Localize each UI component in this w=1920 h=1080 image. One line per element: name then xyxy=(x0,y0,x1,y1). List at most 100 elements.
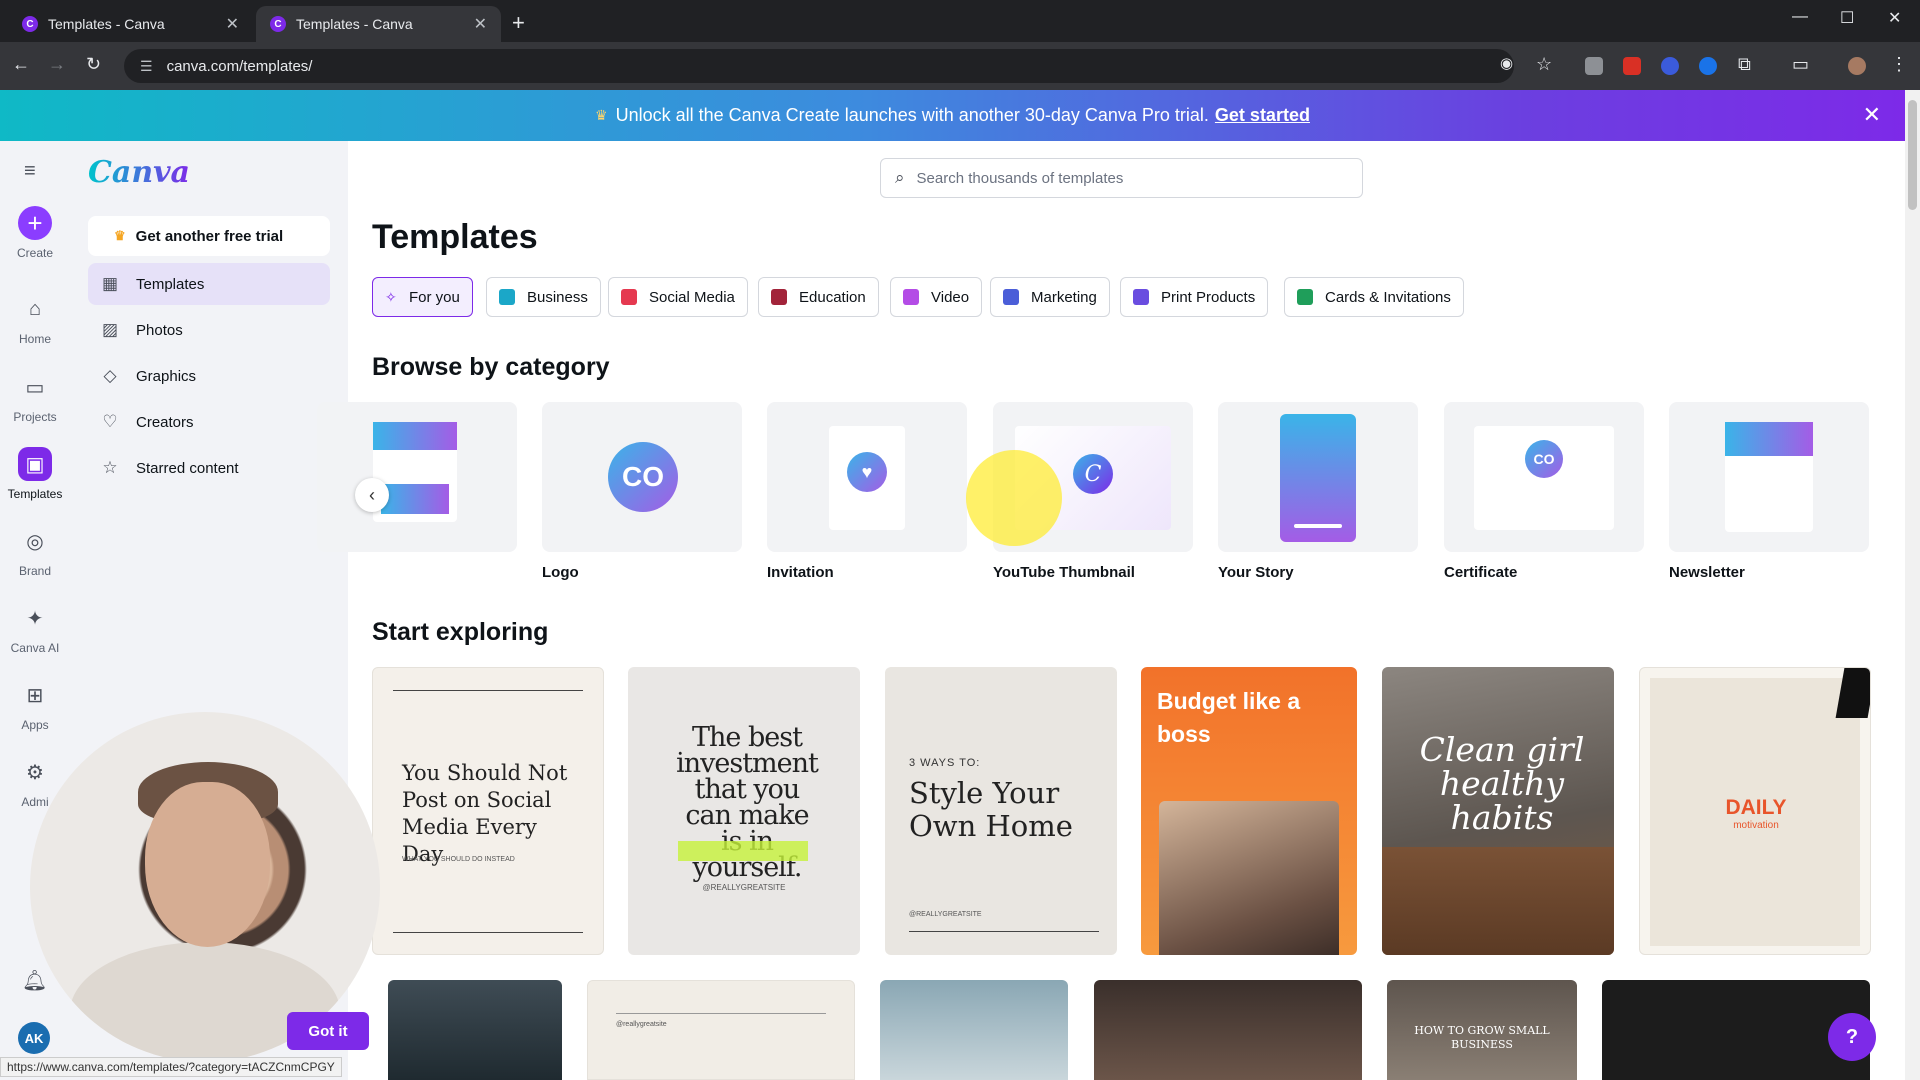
bookmark-star-icon[interactable]: ☆ xyxy=(1536,54,1552,75)
webcam-presenter-video xyxy=(30,712,380,1062)
close-window-icon[interactable]: ✕ xyxy=(1888,8,1901,28)
template-card[interactable] xyxy=(880,980,1068,1080)
template-card[interactable]: 3 WAYS TO: Style Your Own Home @REALLYGR… xyxy=(885,667,1117,955)
brand-icon: ◎ xyxy=(26,530,44,553)
free-trial-button[interactable]: ♛ Get another free trial xyxy=(88,216,330,256)
category-label: Newsletter xyxy=(1669,564,1745,581)
close-tab-icon[interactable]: ✕ xyxy=(226,14,239,34)
crown-icon: ♛ xyxy=(595,107,608,123)
template-card[interactable]: Budget like a boss xyxy=(1141,667,1357,955)
rail-label: Brand xyxy=(18,564,52,578)
browser-tab-active[interactable]: C Templates - Canva ✕ xyxy=(256,6,501,42)
templates-icon: ▦ xyxy=(101,274,119,293)
sidepanel-item-creators[interactable]: ♡ Creators xyxy=(88,401,330,443)
user-avatar[interactable]: AK xyxy=(18,1022,50,1054)
chip-video[interactable]: Video xyxy=(890,277,983,317)
get-started-link[interactable]: Get started xyxy=(1215,105,1310,126)
template-card[interactable]: @reallygreatsite xyxy=(587,980,855,1080)
site-settings-icon[interactable]: ☰ xyxy=(140,58,153,75)
browser-toolbar: ← → ↻ ☰ canva.com/templates/ ◉ ☆ ⧉ ▭ ⋮ xyxy=(0,42,1920,90)
template-search-input[interactable]: ⌕ Search thousands of templates xyxy=(880,158,1363,198)
scrollbar-thumb[interactable] xyxy=(1908,100,1917,210)
close-banner-icon[interactable]: ✕ xyxy=(1863,102,1881,128)
extension-icon[interactable] xyxy=(1661,57,1679,75)
rail-create[interactable]: + Create xyxy=(0,206,70,260)
chip-cards-invitations[interactable]: Cards & Invitations xyxy=(1284,277,1464,317)
category-thumbnail xyxy=(1669,402,1869,552)
canva-badge: C xyxy=(1073,454,1113,494)
category-your-story[interactable]: Your Story xyxy=(1218,402,1418,581)
extensions-puzzle-icon[interactable]: ⧉ xyxy=(1738,54,1751,75)
template-card[interactable]: The best investment that you can make is… xyxy=(628,667,860,955)
chip-for-you[interactable]: ✧ For you xyxy=(372,277,473,317)
notifications-bell-icon[interactable]: 🔔︎ xyxy=(22,968,47,993)
rail-templates[interactable]: ▣ Templates xyxy=(0,447,70,501)
carousel-prev-button[interactable]: ‹ xyxy=(355,478,389,512)
card-subtext: @REALLYGREATSITE xyxy=(909,911,982,918)
sidepanel-item-photos[interactable]: ▨ Photos xyxy=(88,309,330,351)
browser-menu-icon[interactable]: ⋮ xyxy=(1890,54,1908,75)
forward-icon[interactable]: → xyxy=(48,54,66,75)
collapse-menu-icon[interactable]: ≡ xyxy=(24,160,36,183)
browser-tab[interactable]: C Templates - Canva ✕ xyxy=(8,6,253,42)
rail-brand[interactable]: ◎ Brand xyxy=(0,524,70,579)
template-card[interactable] xyxy=(1094,980,1362,1080)
category-thumbnail: ♥ xyxy=(767,402,967,552)
category-logo[interactable]: CO Logo xyxy=(542,402,742,581)
canva-favicon-icon: C xyxy=(22,16,38,32)
chip-label: For you xyxy=(409,288,460,306)
card-text: You Should Not Post on Social Media Ever… xyxy=(402,761,568,866)
canva-logo[interactable]: Canva xyxy=(88,155,190,190)
template-card[interactable]: You Should Not Post on Social Media Ever… xyxy=(372,667,604,955)
category-invitation[interactable]: ♥ Invitation xyxy=(767,402,967,581)
profile-avatar[interactable] xyxy=(1848,57,1866,75)
rail-canva-ai[interactable]: ✦ Canva AI xyxy=(0,601,70,656)
page-scrollbar[interactable] xyxy=(1905,90,1920,1080)
chip-label: Education xyxy=(799,288,866,306)
chip-business[interactable]: Business xyxy=(486,277,601,317)
chip-education[interactable]: Education xyxy=(758,277,879,317)
close-tab-icon[interactable]: ✕ xyxy=(474,14,487,34)
sidepanel-item-templates[interactable]: ▦ Templates xyxy=(88,263,330,305)
new-tab-icon[interactable]: + xyxy=(512,10,525,36)
help-button[interactable]: ? xyxy=(1828,1013,1876,1061)
category-label: Certificate xyxy=(1444,564,1518,581)
template-card[interactable]: DAILY motivation xyxy=(1639,667,1871,955)
back-icon[interactable]: ← xyxy=(12,54,30,75)
category-certificate[interactable]: CO Certificate xyxy=(1444,402,1644,581)
template-card[interactable]: HOW TO GROW SMALL BUSINESS xyxy=(1387,980,1577,1080)
extension-icon[interactable] xyxy=(1699,57,1717,75)
chip-social-media[interactable]: Social Media xyxy=(608,277,748,317)
side-panel-icon[interactable]: ▭ xyxy=(1792,54,1809,75)
extension-icon[interactable] xyxy=(1585,57,1603,75)
star-icon: ☆ xyxy=(102,458,118,477)
apps-icon: ⊞ xyxy=(26,684,44,707)
got-it-button[interactable]: Got it xyxy=(287,1012,369,1050)
chip-print-products[interactable]: Print Products xyxy=(1120,277,1269,317)
reload-icon[interactable]: ↻ xyxy=(86,54,101,75)
megaphone-icon xyxy=(1003,289,1019,305)
eye-off-icon[interactable]: ◉ xyxy=(1500,54,1513,72)
category-card[interactable] xyxy=(317,402,517,564)
minimize-icon[interactable]: — xyxy=(1792,8,1808,26)
address-bar[interactable]: ☰ canva.com/templates/ xyxy=(124,49,1514,83)
template-card[interactable] xyxy=(388,980,562,1080)
card-subtext: WHAT YOU SHOULD DO INSTEAD xyxy=(402,856,515,863)
rail-apps[interactable]: ⊞ Apps xyxy=(0,678,70,733)
chip-label: Business xyxy=(527,288,588,306)
card-kicker: 3 WAYS TO: xyxy=(909,757,981,769)
maximize-icon[interactable]: ☐ xyxy=(1840,8,1854,28)
rail-home[interactable]: ⌂ Home xyxy=(0,292,70,347)
sidepanel-item-label: Templates xyxy=(136,275,205,293)
tab-title: Templates - Canva xyxy=(296,16,413,32)
rail-label: Projects xyxy=(13,410,57,424)
logo-badge: CO xyxy=(608,442,678,512)
sidepanel-item-label: Graphics xyxy=(136,367,197,385)
sidepanel-item-graphics[interactable]: ◇ Graphics xyxy=(88,355,330,397)
chip-marketing[interactable]: Marketing xyxy=(990,277,1110,317)
rail-projects[interactable]: ▭ Projects xyxy=(0,370,70,425)
category-newsletter[interactable]: Newsletter xyxy=(1669,402,1869,581)
template-card[interactable]: Clean girl healthy habits xyxy=(1382,667,1614,955)
extension-icon[interactable] xyxy=(1623,57,1641,75)
sidepanel-item-starred[interactable]: ☆ Starred content xyxy=(88,447,330,489)
